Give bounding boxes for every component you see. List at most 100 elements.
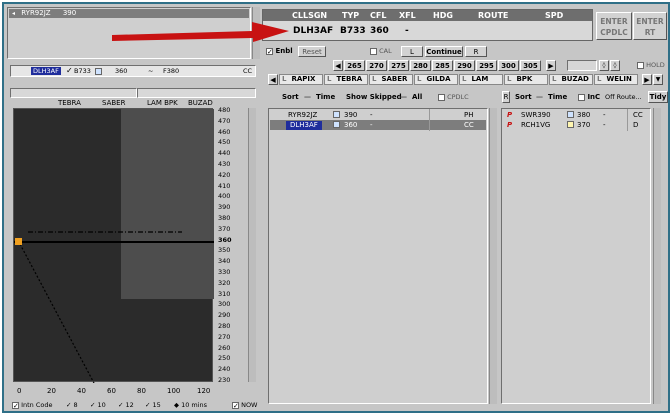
enbl-checkbox[interactable]: Enbl (266, 46, 293, 56)
profile-plot[interactable] (13, 108, 214, 383)
right-inc-checkbox[interactable]: InC (578, 91, 600, 103)
blank-field-right[interactable] (137, 88, 256, 98)
aircraft-marker[interactable] (15, 238, 22, 245)
left-all-label[interactable]: All (412, 91, 422, 103)
route-point-row: L RAPIX L TEBRA L SABER L GILDA L LAM L BPK L BUZAD L W… (279, 74, 649, 85)
route-point-buzad[interactable]: L BUZAD (549, 74, 593, 85)
r-button[interactable]: R (465, 46, 487, 57)
flight-bar-sep: ~ (148, 67, 154, 75)
x-tick-label: 80 (137, 387, 146, 395)
route-point-welin[interactable]: L WELIN (594, 74, 638, 85)
option-12[interactable]: ✓ 12 (118, 400, 134, 410)
header-value-row: DLH3AF B733 360 - (263, 22, 592, 40)
y-tick-label: 350 (218, 246, 231, 255)
route-point-gilda[interactable]: L GILDA (414, 74, 458, 85)
option-10-mins[interactable]: ◆ 10 mins (174, 400, 207, 410)
fl-left-arrow[interactable]: ◀ (333, 60, 343, 71)
fl-value-275[interactable]: 275 (388, 60, 409, 71)
fl-value-300[interactable]: 300 (498, 60, 519, 71)
continue-button[interactable]: Continue (425, 46, 463, 57)
tidy-button[interactable]: Tidy (648, 91, 668, 103)
route-point-marker: L (507, 75, 512, 83)
route-dropdown-arrow[interactable]: ▼ (653, 74, 663, 85)
fl-value-295[interactable]: 295 (476, 60, 497, 71)
flight-bar-tag: CC (243, 67, 253, 75)
reset-button[interactable]: Reset (298, 46, 326, 57)
left-list-scrollbar[interactable] (489, 108, 497, 404)
row-swatch (567, 111, 574, 118)
y-tick-label: 280 (218, 322, 231, 330)
dropdown-icon[interactable]: ◂ (12, 10, 15, 17)
check-icon: ✓ (66, 66, 73, 75)
fl-right-arrow[interactable]: ▶ (546, 60, 556, 71)
row-swatch (567, 121, 574, 128)
left-show-skipped-label[interactable]: Show Skipped (346, 91, 402, 103)
row-swatch (333, 111, 340, 118)
off-route-dropdown[interactable]: Off Route... (605, 91, 642, 103)
route-point-tebra[interactable]: L TEBRA (324, 74, 368, 85)
fl-value-270[interactable]: 270 (366, 60, 387, 71)
x-tick-label: 40 (77, 387, 86, 395)
fl-value-290[interactable]: 290 (454, 60, 475, 71)
fl-value-305[interactable]: 305 (520, 60, 541, 71)
left-list-toolbar: Sort — Time Show Skipped — All CPDLC (266, 91, 498, 103)
profile-lines (14, 231, 214, 383)
route-point-saber[interactable]: L SABER (369, 74, 413, 85)
fl-value-285[interactable]: 285 (432, 60, 453, 71)
flight-bar-callsign[interactable]: DLH3AF (31, 67, 61, 75)
right-list-scrollbar[interactable] (653, 108, 661, 404)
header-cllsgn: CLLSGN (292, 11, 328, 20)
left-time-label[interactable]: Time (316, 91, 335, 103)
option-10[interactable]: ✓ 10 (90, 400, 106, 410)
value-xfl[interactable]: - (405, 22, 409, 40)
option-8[interactable]: ✓ 8 (66, 400, 78, 410)
header-cfl: CFL (370, 11, 387, 20)
route-point-marker: L (417, 75, 422, 83)
top-left-cfl: 390 (62, 9, 77, 17)
now-checkbox[interactable]: NOW (232, 400, 257, 410)
y-tick-label: 230 (218, 376, 231, 384)
l-button[interactable]: L (401, 46, 423, 57)
fl-spin-up[interactable]: ◊ (599, 60, 609, 71)
enter-cpdlc-button[interactable]: ENTER CPDLC (596, 12, 632, 40)
left-cpdlc-checkbox[interactable]: CPDLC (438, 91, 469, 103)
y-tick-label: 270 (218, 332, 231, 341)
fl-value-280[interactable]: 280 (410, 60, 431, 71)
flight-bar-color-swatch (95, 68, 102, 75)
right-r-button[interactable]: R (502, 91, 510, 103)
route-point-lam[interactable]: L LAM (459, 74, 503, 85)
y-tick-label: 260 (218, 343, 231, 352)
value-cllsgn[interactable]: DLH3AF (293, 22, 333, 40)
hold-checkbox[interactable]: HOLD (637, 61, 665, 70)
blank-field-left[interactable] (10, 88, 137, 98)
cal-checkbox[interactable]: CAL (370, 47, 392, 56)
y-tick-label: 310 (218, 289, 231, 298)
enter-rt-button[interactable]: ENTER RT (633, 12, 667, 40)
y-tick-label: 380 (218, 214, 231, 222)
flight-bar-pel: F380 (163, 67, 180, 75)
intn-code-checkbox[interactable]: Intn Code (12, 400, 53, 410)
route-left-arrow[interactable]: ◀ (268, 74, 278, 85)
list-row-ryr92jz[interactable]: RYR92JZ 390 - PH (270, 110, 486, 120)
value-typ[interactable]: B733 (340, 22, 366, 40)
profile-scrollbar[interactable] (248, 108, 256, 382)
route-right-arrow[interactable]: ▶ (642, 74, 652, 85)
route-point-bpk[interactable]: L BPK (504, 74, 548, 85)
value-cfl[interactable]: 360 (370, 22, 389, 40)
top-left-title-bar[interactable]: ◂ RYR92JZ 390 (9, 9, 249, 18)
y-tick-label: 480 (218, 106, 231, 114)
route-point-marker: L (372, 75, 377, 83)
right-sort-label[interactable]: Sort (515, 91, 532, 103)
fl-spin-down[interactable]: ◊ (610, 60, 620, 71)
list-row-dlh3af[interactable]: DLH3AF 360 - CC (270, 120, 486, 130)
route-point-rapix[interactable]: L RAPIX (279, 74, 323, 85)
x-tick-label: 60 (107, 387, 116, 395)
fl-input-field[interactable] (567, 60, 597, 71)
option-15[interactable]: ✓ 15 (145, 400, 161, 410)
profile-waypoint-row: TEBRA SABER LAM BPK BUZAD (10, 99, 250, 108)
list-divider (429, 109, 430, 131)
left-sort-label[interactable]: Sort (282, 91, 299, 103)
right-time-label[interactable]: Time (548, 91, 567, 103)
flight-bar[interactable]: DLH3AF ✓ B733 360 ~ F380 CC (10, 65, 256, 77)
fl-value-265[interactable]: 265 (344, 60, 365, 71)
